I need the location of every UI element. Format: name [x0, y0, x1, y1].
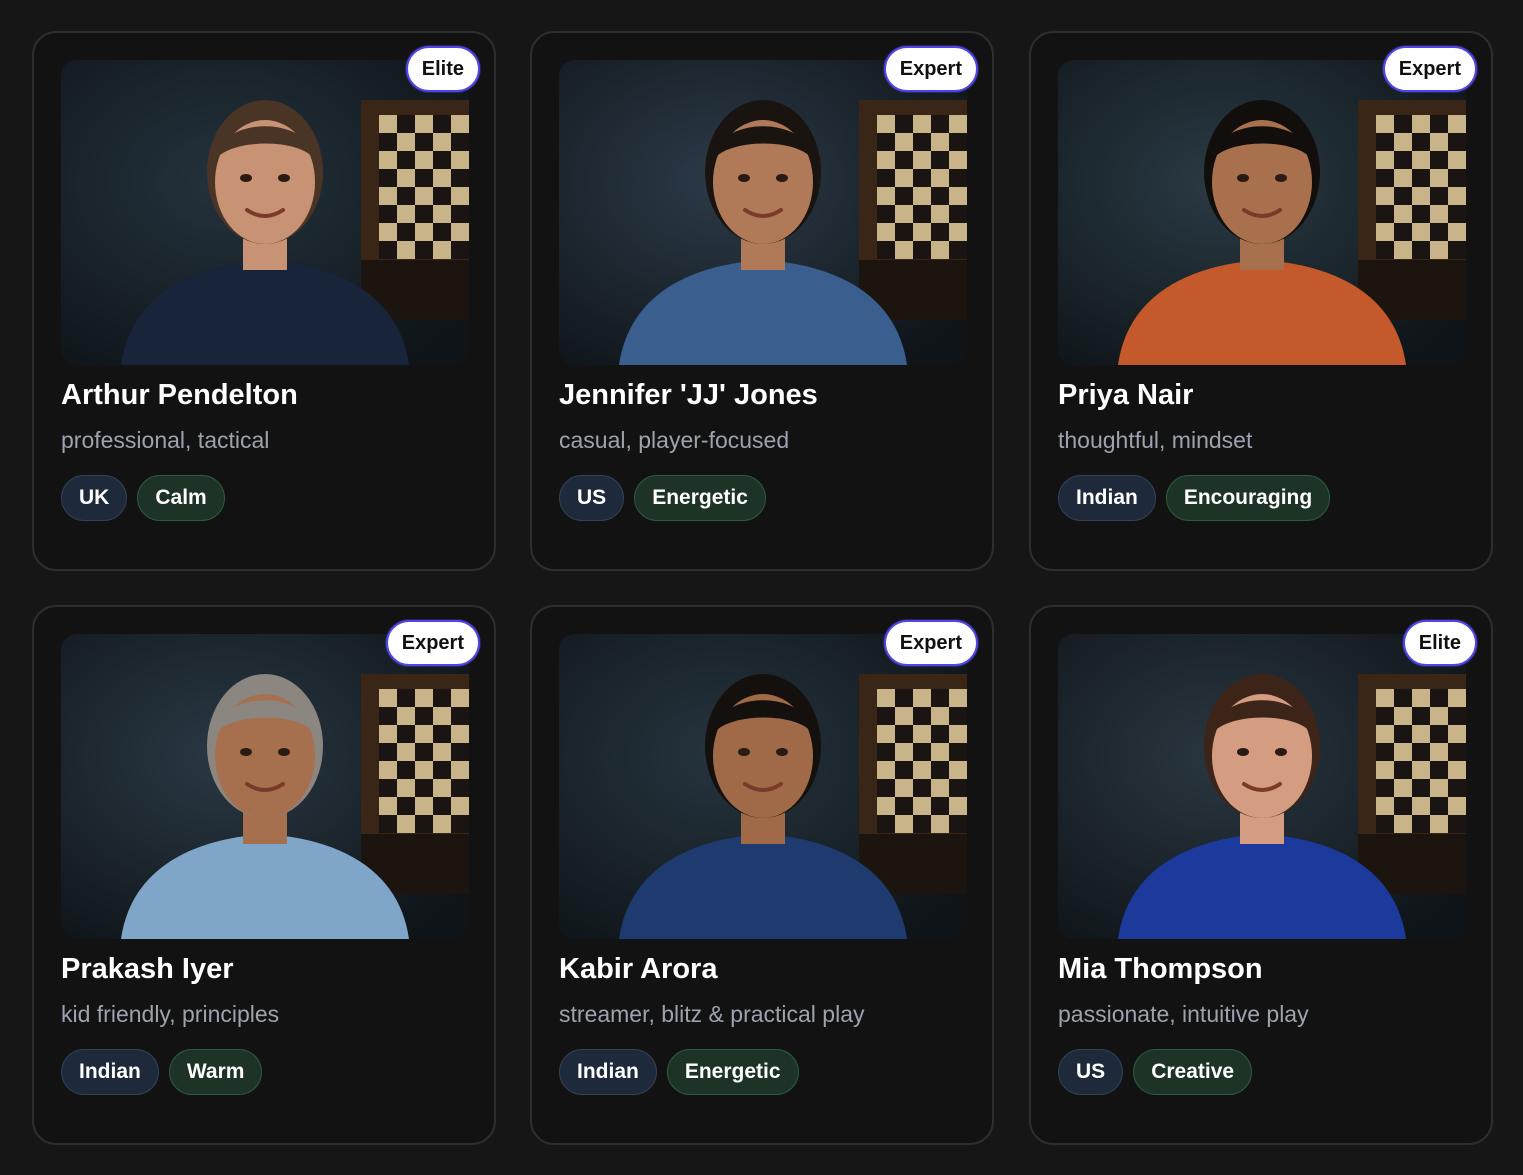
style-tag[interactable]: Energetic	[666, 1049, 799, 1095]
level-badge[interactable]: Elite	[1402, 620, 1477, 666]
level-badge[interactable]: Expert	[1382, 46, 1477, 92]
coach-description: professional, tactical	[61, 427, 270, 453]
region-tag[interactable]: Indian	[559, 1049, 657, 1095]
coach-grid: Elite Arthur Pendelton professional, tac…	[0, 0, 1523, 1175]
coach-photo	[1058, 634, 1466, 939]
coach-description: casual, player-focused	[559, 427, 790, 453]
tag-list: US Energetic	[559, 475, 766, 521]
level-badge[interactable]: Expert	[883, 620, 978, 666]
coach-description: thoughtful, mindset	[1058, 427, 1253, 453]
style-tag[interactable]: Creative	[1133, 1049, 1253, 1095]
coach-card-kabir-arora[interactable]: Expert Kabir Arora streamer, blitz & pra…	[530, 605, 994, 1145]
portrait-image	[61, 60, 469, 365]
coach-photo	[61, 60, 469, 365]
coach-description: passionate, intuitive play	[1058, 1001, 1309, 1027]
portrait-image	[559, 634, 967, 939]
region-tag[interactable]: US	[1058, 1049, 1124, 1095]
level-badge[interactable]: Elite	[405, 46, 480, 92]
style-tag[interactable]: Energetic	[634, 475, 766, 521]
tag-list: US Creative	[1058, 1049, 1253, 1095]
tag-list: Indian Energetic	[559, 1049, 799, 1095]
region-tag[interactable]: Indian	[61, 1049, 159, 1095]
coach-card-arthur-pendelton[interactable]: Elite Arthur Pendelton professional, tac…	[32, 31, 496, 571]
coach-name: Arthur Pendelton	[61, 379, 298, 411]
portrait-image	[61, 634, 469, 939]
style-tag[interactable]: Calm	[137, 475, 225, 521]
tag-list: UK Calm	[61, 475, 225, 521]
style-tag[interactable]: Encouraging	[1165, 475, 1331, 521]
coach-card-prakash-iyer[interactable]: Expert Prakash Iyer kid friendly, princi…	[32, 605, 496, 1145]
coach-name: Jennifer 'JJ' Jones	[559, 379, 818, 411]
coach-card-priya-nair[interactable]: Expert Priya Nair thoughtful, mindset In…	[1029, 31, 1493, 571]
portrait-image	[1058, 634, 1466, 939]
coach-name: Mia Thompson	[1058, 953, 1263, 985]
coach-name: Priya Nair	[1058, 379, 1194, 411]
coach-photo	[559, 60, 967, 365]
region-tag[interactable]: US	[559, 475, 625, 521]
portrait-image	[1058, 60, 1466, 365]
region-tag[interactable]: Indian	[1058, 475, 1156, 521]
coach-description: kid friendly, principles	[61, 1001, 280, 1027]
tag-list: Indian Warm	[61, 1049, 263, 1095]
level-badge[interactable]: Expert	[385, 620, 480, 666]
coach-card-mia-thompson[interactable]: Elite Mia Thompson passionate, intuitive…	[1029, 605, 1493, 1145]
level-badge[interactable]: Expert	[883, 46, 978, 92]
coach-name: Kabir Arora	[559, 953, 718, 985]
portrait-image	[559, 60, 967, 365]
region-tag[interactable]: UK	[61, 475, 128, 521]
coach-name: Prakash Iyer	[61, 953, 234, 985]
coach-photo	[559, 634, 967, 939]
coach-photo	[1058, 60, 1466, 365]
coach-photo	[61, 634, 469, 939]
coach-description: streamer, blitz & practical play	[559, 1001, 865, 1027]
coach-card-jennifer-jones[interactable]: Expert Jennifer 'JJ' Jones casual, playe…	[530, 31, 994, 571]
style-tag[interactable]: Warm	[168, 1049, 263, 1095]
tag-list: Indian Encouraging	[1058, 475, 1331, 521]
